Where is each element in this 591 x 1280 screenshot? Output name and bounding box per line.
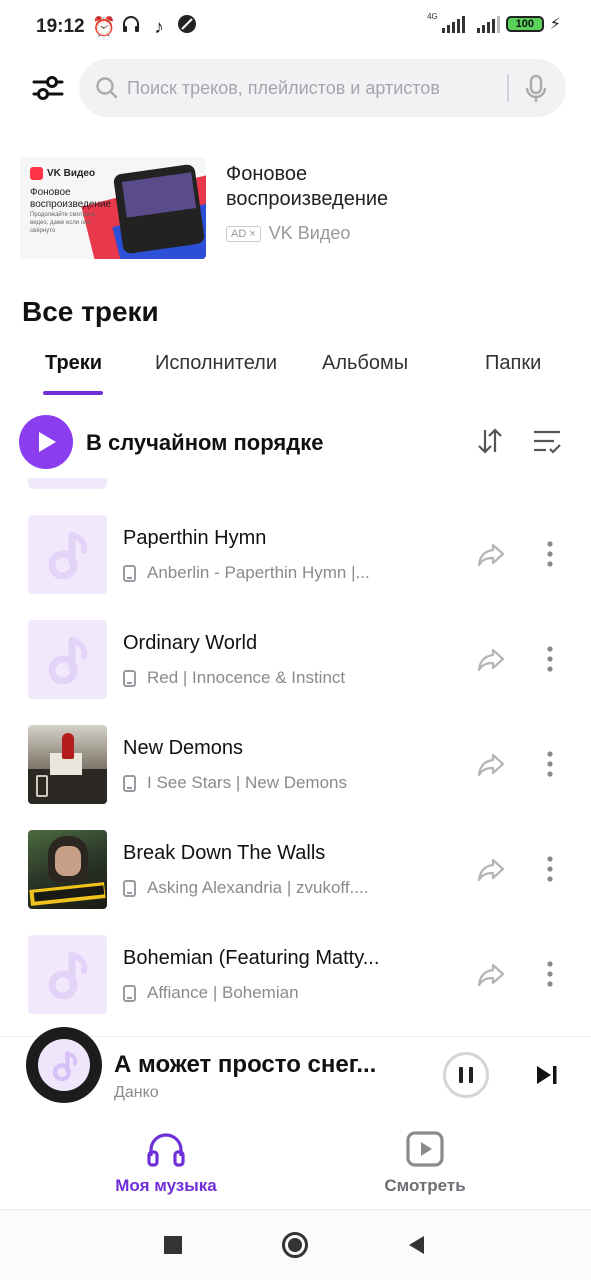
track-subtitle: Red | Innocence & Instinct (123, 668, 391, 688)
more-options-icon[interactable] (539, 959, 561, 989)
ad-banner-image[interactable]: VK Видео Фоновое воспроизведение Продолж… (20, 157, 206, 259)
ad-image-brand: VK Видео (30, 167, 95, 180)
shuffle-play-button[interactable] (19, 415, 73, 469)
tiktok-icon: ♪ (154, 16, 164, 38)
search-divider (507, 74, 509, 102)
now-playing-title[interactable]: А может просто снег... (114, 1051, 404, 1079)
vk-video-logo-icon (30, 167, 43, 180)
music-note-icon (48, 636, 88, 684)
nav-label: Смотреть (384, 1176, 466, 1195)
track-title: Paperthin Hymn (123, 527, 267, 549)
sort-icon[interactable] (476, 426, 504, 456)
partial-track-thumbnail (28, 478, 107, 489)
charging-icon: ⚡ (549, 16, 561, 33)
more-options-icon[interactable] (539, 854, 561, 884)
status-time: 19:12 (36, 16, 85, 37)
album-cover-image (28, 830, 107, 909)
headphones-icon (120, 14, 142, 41)
track-subtitle: I See Stars | New Demons (123, 773, 391, 793)
no-disturb-icon (176, 14, 198, 41)
device-storage-icon (123, 879, 136, 897)
device-storage-icon (123, 564, 136, 582)
nav-label: Моя музыка (115, 1176, 217, 1195)
play-square-icon (406, 1131, 444, 1167)
share-icon[interactable] (476, 959, 506, 989)
music-note-icon (48, 951, 88, 999)
device-storage-icon (123, 984, 136, 1002)
play-icon (39, 432, 56, 452)
tab-tracks[interactable]: Треки (45, 352, 102, 375)
track-row[interactable]: New Demons I See Stars | New Demons (0, 725, 591, 830)
track-title: Break Down The Walls (123, 842, 326, 864)
more-options-icon[interactable] (539, 749, 561, 779)
system-navigation-bar (0, 1209, 591, 1280)
microphone-icon[interactable] (523, 74, 549, 104)
track-cover-placeholder (28, 515, 107, 594)
ad-advertiser: VK Видео (268, 223, 351, 243)
search-bar[interactable] (79, 59, 566, 117)
signal-icon (476, 15, 500, 33)
status-bar: 19:12 ⏰ ♪ 4G 100 ⚡ (0, 0, 591, 54)
track-cover-placeholder (28, 935, 107, 1014)
tab-albums[interactable]: Альбомы (322, 352, 408, 375)
ad-image-subtitle: Продолжайте смотреть видео, даже если он… (30, 212, 95, 234)
now-playing-artwork[interactable] (26, 1027, 102, 1103)
share-icon[interactable] (476, 644, 506, 674)
back-icon[interactable] (406, 1234, 426, 1256)
device-storage-icon (123, 774, 136, 792)
track-subtitle: Asking Alexandria | zvukoff.... (123, 878, 391, 898)
track-title: New Demons (123, 737, 244, 759)
ad-title[interactable]: Фоновое воспроизведение (226, 162, 446, 212)
share-icon[interactable] (476, 854, 506, 884)
nav-watch[interactable]: Смотреть (345, 1130, 505, 1202)
shuffle-label[interactable]: В случайном порядке (86, 430, 323, 456)
ad-badge[interactable]: AD × (226, 225, 261, 242)
signal-icon (441, 15, 465, 33)
more-options-icon[interactable] (539, 644, 561, 674)
headphones-icon (147, 1133, 185, 1167)
track-cover-placeholder (28, 620, 107, 699)
now-playing-artist: Данко (114, 1084, 159, 1101)
track-title: Ordinary World (123, 632, 258, 654)
status-icons: ⏰ ♪ (92, 14, 198, 41)
next-track-icon[interactable] (534, 1063, 560, 1087)
ad-meta: AD × VK Видео (226, 223, 350, 244)
alarm-icon: ⏰ (92, 16, 116, 38)
sliders-icon (32, 76, 64, 100)
track-row[interactable]: Bohemian (Featuring Matty... Affiance | … (0, 935, 591, 1040)
track-subtitle: Affiance | Bohemian (123, 983, 391, 1003)
filter-list-icon[interactable] (532, 428, 562, 456)
status-right: 4G 100 ⚡ (427, 11, 561, 34)
ad-image-title: Фоновое воспроизведение (30, 187, 112, 210)
battery-icon: 100 (505, 16, 544, 32)
share-icon[interactable] (476, 539, 506, 569)
pause-button[interactable] (443, 1052, 489, 1098)
nav-my-music[interactable]: Моя музыка (86, 1130, 246, 1202)
music-note-icon (52, 1051, 78, 1081)
album-cover-image (28, 725, 107, 804)
tab-folders[interactable]: Папки (485, 352, 541, 375)
share-icon[interactable] (476, 749, 506, 779)
track-subtitle: Anberlin - Paperthin Hymn |... (123, 563, 391, 583)
settings-sliders-button[interactable] (30, 72, 66, 104)
page-title: Все треки (22, 296, 159, 327)
active-tab-indicator (43, 391, 103, 395)
track-row[interactable]: Ordinary World Red | Innocence & Instinc… (0, 620, 591, 725)
search-icon (96, 77, 118, 99)
pause-icon (459, 1067, 463, 1083)
network-type: 4G (427, 11, 438, 21)
track-row[interactable]: Paperthin Hymn Anberlin - Paperthin Hymn… (0, 515, 591, 620)
track-title: Bohemian (Featuring Matty... (123, 947, 380, 969)
tab-artists[interactable]: Исполнители (155, 352, 277, 375)
recent-apps-icon[interactable] (164, 1236, 182, 1254)
music-note-icon (48, 531, 88, 579)
device-storage-icon (123, 669, 136, 687)
track-row[interactable]: Break Down The Walls Asking Alexandria |… (0, 830, 591, 935)
home-icon[interactable] (282, 1232, 308, 1258)
more-options-icon[interactable] (539, 539, 561, 569)
search-input[interactable] (127, 72, 497, 104)
